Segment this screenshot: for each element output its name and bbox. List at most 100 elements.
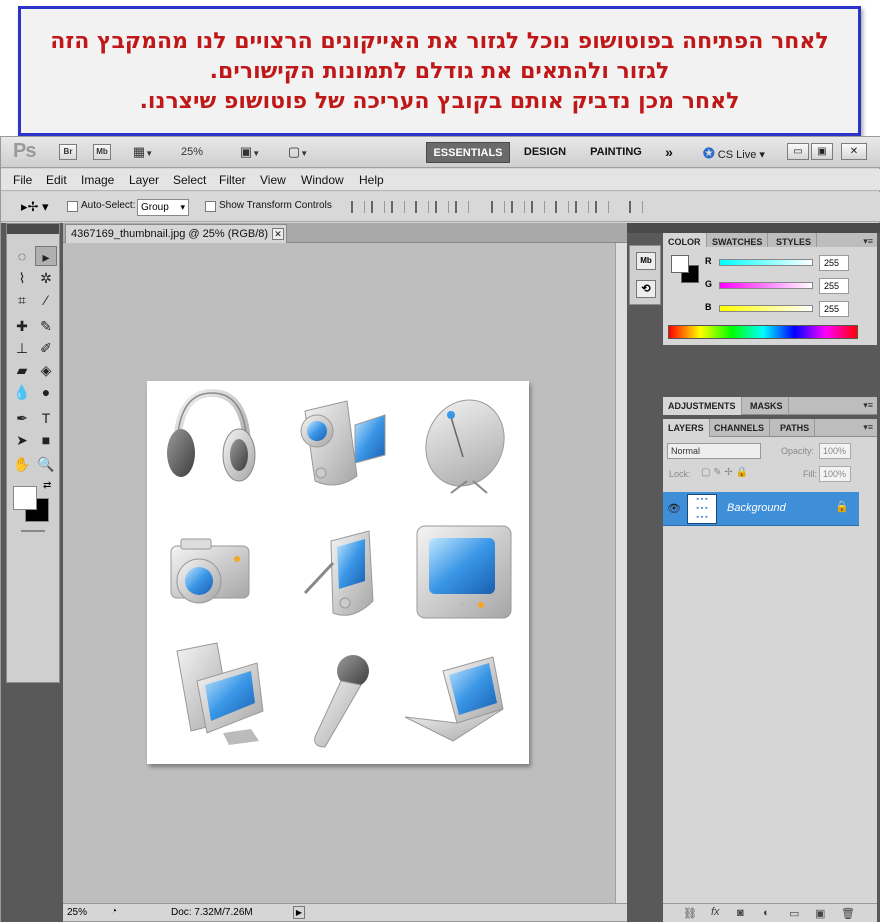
new-group-icon[interactable]: ▭ <box>789 907 799 920</box>
opacity-field[interactable]: 100% <box>819 443 851 459</box>
align-right-icon[interactable] <box>455 201 469 213</box>
distribute-bottom-icon[interactable] <box>531 201 545 213</box>
healing-brush-tool-icon[interactable]: ✚ <box>11 316 33 336</box>
pen-tool-icon[interactable]: ✒ <box>11 408 33 428</box>
layer-lock-icon[interactable]: 🔒 <box>835 500 849 513</box>
layer-visibility-eye-icon[interactable]: 👁 <box>667 502 681 515</box>
marquee-tool-icon[interactable]: ◌ <box>11 246 33 266</box>
distribute-vcenter-icon[interactable] <box>511 201 525 213</box>
screen-mode-icon[interactable]: ▢▼ <box>281 144 315 160</box>
arrange-documents-icon[interactable]: ▣▼ <box>233 144 267 160</box>
close-document-icon[interactable]: ✕ <box>272 228 284 240</box>
distribute-right-icon[interactable] <box>595 201 609 213</box>
dodge-tool-icon[interactable]: ● <box>35 382 57 402</box>
eyedropper-tool-icon[interactable]: ⁄ <box>35 290 57 310</box>
history-panel-icon[interactable]: ⟲ <box>636 280 656 298</box>
menu-layer[interactable]: Layer <box>129 173 159 187</box>
green-slider[interactable] <box>719 282 813 289</box>
menu-file[interactable]: File <box>13 173 32 187</box>
auto-select-dropdown[interactable]: Group <box>137 199 189 216</box>
tab-channels[interactable]: CHANNELS <box>709 419 771 437</box>
move-tool-icon[interactable]: ▸ <box>35 246 57 266</box>
red-slider[interactable] <box>719 259 813 266</box>
workspace-painting[interactable]: PAINTING <box>581 142 651 163</box>
tools-panel-header[interactable] <box>7 224 59 234</box>
tab-paths[interactable]: PATHS <box>775 419 816 437</box>
menu-view[interactable]: View <box>260 173 286 187</box>
adjustments-panel-menu-icon[interactable]: ▾≡ <box>863 400 873 411</box>
maximize-button[interactable]: ▣ <box>811 143 833 160</box>
align-top-icon[interactable] <box>351 201 365 213</box>
tab-masks[interactable]: MASKS <box>745 397 789 415</box>
mini-bridge-button[interactable]: Mb <box>93 144 111 160</box>
lasso-tool-icon[interactable]: ⌇ <box>11 268 33 288</box>
green-value[interactable]: 255 <box>819 278 849 294</box>
align-bottom-icon[interactable] <box>391 201 405 213</box>
crop-tool-icon[interactable]: ⌗ <box>11 290 33 310</box>
blend-mode-dropdown[interactable]: Normal <box>667 443 761 459</box>
menu-filter[interactable]: Filter <box>219 173 246 187</box>
link-layers-icon[interactable]: ⛓ <box>683 907 697 920</box>
shape-tool-icon[interactable]: ■ <box>35 430 57 450</box>
distribute-top-icon[interactable] <box>491 201 505 213</box>
distribute-left-icon[interactable] <box>555 201 569 213</box>
close-button[interactable]: ✕ <box>841 143 867 160</box>
menu-help[interactable]: Help <box>359 173 384 187</box>
blue-slider[interactable] <box>719 305 813 312</box>
adjustment-layer-icon[interactable]: ◐ <box>763 907 770 919</box>
vertical-scrollbar[interactable] <box>615 243 627 903</box>
lock-options-icons[interactable]: ▢ ✎ ✢ 🔒 <box>701 467 748 478</box>
align-left-icon[interactable] <box>415 201 429 213</box>
quick-selection-tool-icon[interactable]: ✲ <box>35 268 57 288</box>
mini-bridge-panel-icon[interactable]: Mb <box>636 252 656 270</box>
foreground-color-swatch[interactable] <box>13 486 37 510</box>
brush-tool-icon[interactable]: ✎ <box>35 316 57 336</box>
type-tool-icon[interactable]: T <box>35 408 57 428</box>
distribute-hcenter-icon[interactable] <box>575 201 589 213</box>
tab-adjustments[interactable]: ADJUSTMENTS <box>663 397 742 415</box>
hand-tool-icon[interactable]: ✋ <box>11 454 33 474</box>
blur-tool-icon[interactable]: 💧 <box>11 382 33 402</box>
zoom-level[interactable]: 25% <box>181 146 203 158</box>
menu-edit[interactable]: Edit <box>46 173 67 187</box>
more-workspaces-icon[interactable]: » <box>657 142 681 163</box>
status-zoom-field[interactable]: 25% <box>67 907 87 918</box>
document-tab[interactable]: 4367169_thumbnail.jpg @ 25% (RGB/8) ✕ <box>65 224 287 243</box>
document-image[interactable] <box>147 381 529 764</box>
color-panel-menu-icon[interactable]: ▾≡ <box>863 236 873 247</box>
red-value[interactable]: 255 <box>819 255 849 271</box>
blue-value[interactable]: 255 <box>819 301 849 317</box>
align-vcenter-icon[interactable] <box>371 201 385 213</box>
workspace-essentials[interactable]: ESSENTIALS <box>426 142 510 163</box>
color-spectrum-bar[interactable] <box>668 325 858 339</box>
history-brush-tool-icon[interactable]: ✐ <box>35 338 57 358</box>
auto-align-icon[interactable] <box>629 201 643 213</box>
menu-select[interactable]: Select <box>173 173 206 187</box>
view-extras-icon[interactable]: ▦▼ <box>127 144 159 160</box>
auto-select-checkbox[interactable] <box>67 201 78 212</box>
canvas-area[interactable] <box>63 243 615 903</box>
status-menu-arrow-icon[interactable]: ▶ <box>293 906 305 919</box>
bridge-button[interactable]: Br <box>59 144 77 160</box>
color-panel-fg-swatch[interactable] <box>671 255 689 273</box>
layers-panel-menu-icon[interactable]: ▾≡ <box>863 422 873 433</box>
show-transform-checkbox[interactable] <box>205 201 216 212</box>
clone-stamp-tool-icon[interactable]: ⊥ <box>11 338 33 358</box>
fill-field[interactable]: 100% <box>819 466 851 482</box>
dock-header[interactable] <box>627 223 663 233</box>
layer-row-background[interactable]: 👁 ▪ ▪ ▪ ▪ ▪ ▪ ▪ ▪ ▪ Background 🔒 <box>663 492 859 526</box>
paint-bucket-tool-icon[interactable]: ◈ <box>35 360 57 380</box>
zoom-tool-icon[interactable]: 🔍 <box>35 454 57 474</box>
right-dock-header[interactable] <box>663 223 880 233</box>
path-selection-tool-icon[interactable]: ➤ <box>11 430 33 450</box>
layer-name[interactable]: Background <box>727 502 786 514</box>
menu-image[interactable]: Image <box>81 173 114 187</box>
tab-layers[interactable]: LAYERS <box>663 419 710 437</box>
cs-live-menu[interactable]: ✪ CS Live ▾ <box>703 145 765 162</box>
minimize-button[interactable]: ▭ <box>787 143 809 160</box>
layer-mask-icon[interactable]: ◙ <box>737 907 744 919</box>
layer-style-icon[interactable]: fx <box>711 906 720 918</box>
move-tool-preset-icon[interactable]: ▸✢ ▾ <box>21 199 49 215</box>
eraser-tool-icon[interactable]: ▰ <box>11 360 33 380</box>
align-hcenter-icon[interactable] <box>435 201 449 213</box>
